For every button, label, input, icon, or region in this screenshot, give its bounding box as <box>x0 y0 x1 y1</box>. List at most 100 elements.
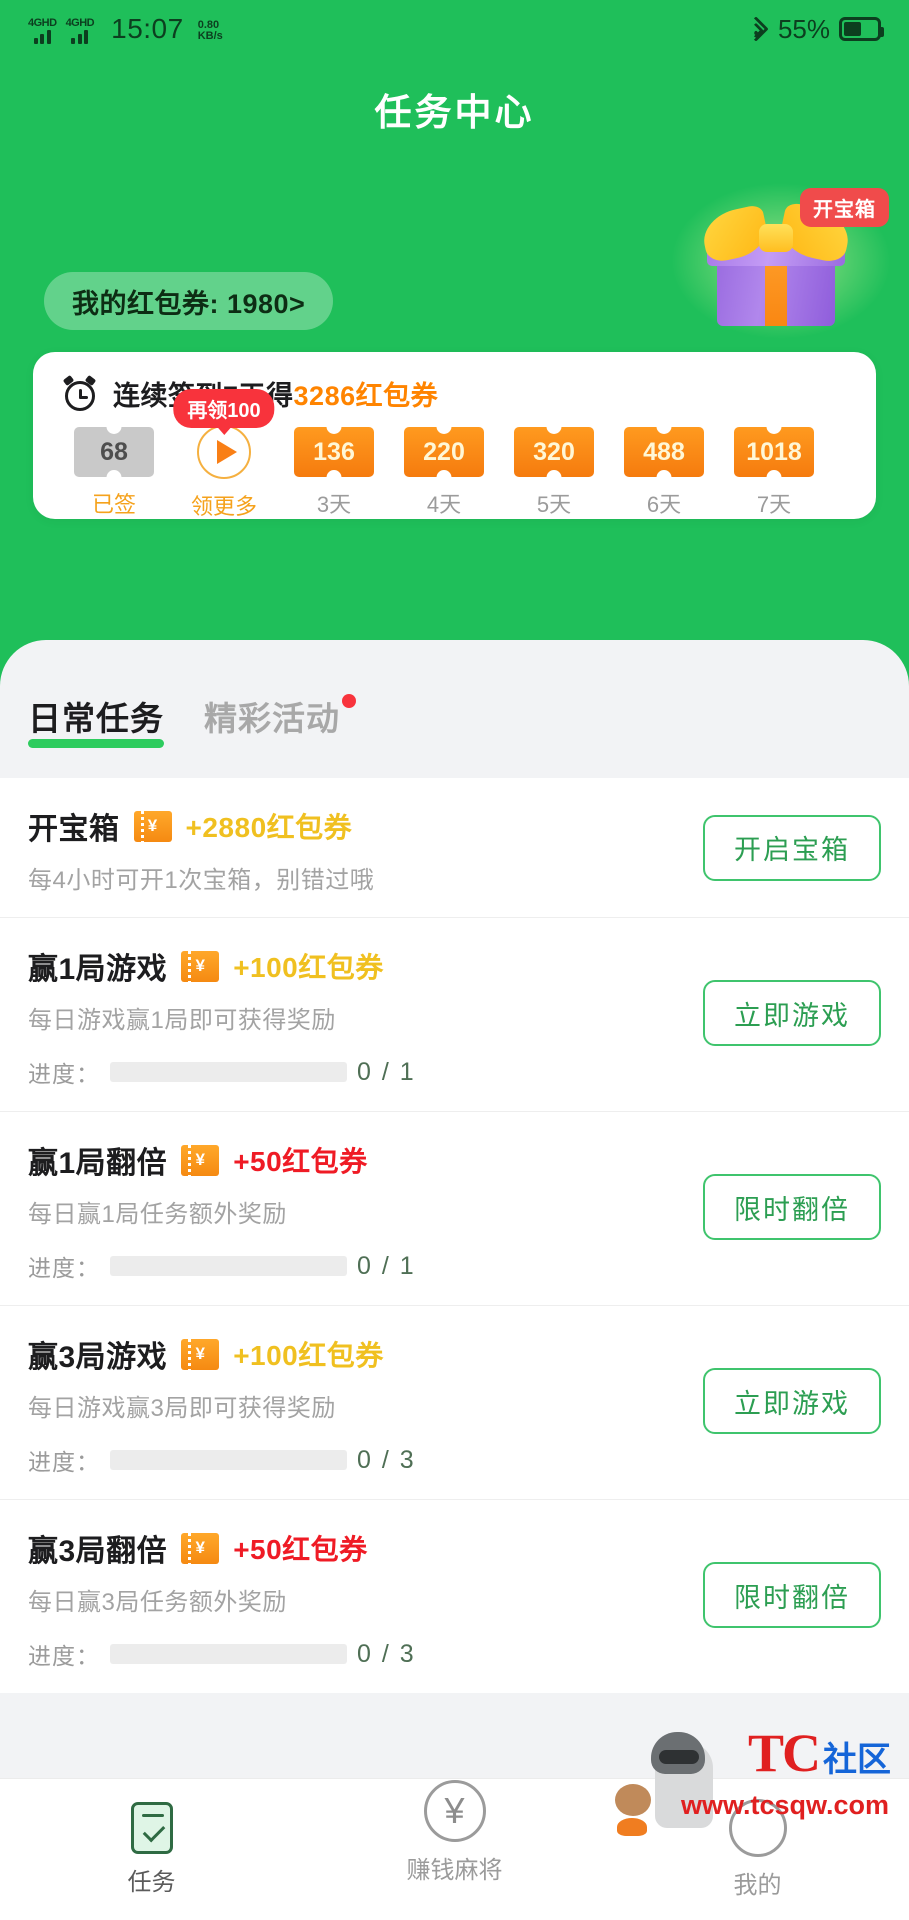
task-name: 赢1局翻倍 <box>28 1147 168 1180</box>
task-progress-bar <box>110 1256 347 1276</box>
task-progress: 进度： 0 / 3 <box>28 1637 881 1671</box>
task-row: 赢3局游戏 ¥ +100红包券 每日游戏赢3局即可获得奖励 进度： 0 / 3 立即游戏 <box>0 1306 909 1500</box>
task-progress: 进度： 0 / 1 <box>28 1249 881 1283</box>
signin-day-label: 7天 <box>756 492 792 517</box>
open-treasure-badge[interactable]: 开宝箱 <box>800 188 889 227</box>
signin-day-3[interactable]: 136 3天 <box>279 427 389 519</box>
watermark-brand-suffix: 社区 <box>823 1741 891 1779</box>
tab-active-underline <box>28 739 164 748</box>
signal-1-bars-icon <box>33 29 51 44</box>
task-action-button[interactable]: 限时翻倍 <box>703 1174 881 1240</box>
status-bar-clock: 15:07 <box>111 13 184 44</box>
signin-card: 连续签到7天得3286红包券 68 已签 再领100 领更多 136 3天 220 4天 320… <box>33 352 876 519</box>
task-action-button[interactable]: 立即游戏 <box>703 1368 881 1434</box>
bottom-navigation: 任务 ¥ 赚钱麻将 我的 <box>0 1711 909 1920</box>
task-progress-text: 0 / 3 <box>357 1639 416 1668</box>
signin-day-1[interactable]: 68 已签 <box>59 427 169 519</box>
signal-2: 4GHD <box>66 18 95 44</box>
task-reward: +100红包券 <box>233 952 384 983</box>
tab-label: 日常任务 <box>28 700 164 737</box>
task-progress-label: 进度： <box>28 1061 100 1087</box>
signin-header: 连续签到7天得3286红包券 <box>33 352 876 413</box>
task-tabs: 日常任务 精彩活动 <box>0 692 909 748</box>
signin-day-label: 3天 <box>316 492 352 517</box>
wifi-icon <box>743 16 769 42</box>
signal-1-label: 4GHD <box>28 17 57 29</box>
task-name: 赢3局游戏 <box>28 1341 168 1374</box>
task-progress-label: 进度： <box>28 1449 100 1475</box>
task-progress-bar <box>110 1644 347 1664</box>
battery-icon <box>839 17 884 41</box>
status-bar-right: 55% <box>743 14 884 45</box>
coupon-ticket-icon: ¥ <box>133 810 172 842</box>
profile-circle-icon <box>728 1799 787 1857</box>
signin-more-badge: 再领100 <box>173 389 275 428</box>
task-action-button[interactable]: 立即游戏 <box>703 980 881 1046</box>
yuan-circle-icon: ¥ <box>423 1780 486 1842</box>
signin-day-6[interactable]: 488 6天 <box>609 427 719 519</box>
task-row: 赢1局翻倍 ¥ +50红包券 每日赢1局任务额外奖励 进度： 0 / 1 限时翻倍 <box>0 1112 909 1306</box>
nav-item-mahjong[interactable]: ¥ 赚钱麻将 <box>303 1711 606 1920</box>
coupon-ticket-icon: ¥ <box>181 1144 220 1176</box>
tab-featured-activities[interactable]: 精彩活动 <box>204 692 356 748</box>
network-speed-unit: KB/s <box>197 30 223 42</box>
task-reward: +100红包券 <box>233 1340 384 1371</box>
app-screen: 4GHD 4GHD 15:07 0.80 KB/s 55% 任务中心 我的红包券… <box>0 0 909 1920</box>
signin-day-tile: 136 <box>294 427 374 477</box>
signin-day-label: 5天 <box>536 492 572 517</box>
page-title: 任务中心 <box>374 92 535 133</box>
signin-days-row: 68 已签 再领100 领更多 136 3天 220 4天 320 5天 488 6天 1018 7天 <box>33 389 876 521</box>
nav-item-label: 赚钱麻将 <box>406 1857 503 1884</box>
signin-day-2[interactable]: 再领100 领更多 <box>169 389 279 521</box>
task-reward: +50红包券 <box>233 1534 368 1565</box>
signin-day-5[interactable]: 320 5天 <box>499 427 609 519</box>
task-row: 赢3局翻倍 ¥ +50红包券 每日赢3局任务额外奖励 进度： 0 / 3 限时翻倍 <box>0 1500 909 1693</box>
gift-box-entry[interactable]: 开宝箱 <box>667 180 895 342</box>
tab-label: 精彩活动 <box>204 700 340 737</box>
task-progress-label: 进度： <box>28 1255 100 1281</box>
signin-day-label: 6天 <box>646 492 682 517</box>
task-reward: +2880红包券 <box>185 812 353 843</box>
watermark-brand: TC 社区 <box>748 1722 891 1784</box>
signal-2-bars-icon <box>71 29 89 44</box>
task-checklist-icon <box>130 1802 173 1854</box>
signin-day-tile: 320 <box>514 427 594 477</box>
signin-day-label: 领更多 <box>190 494 257 519</box>
signal-2-label: 4GHD <box>65 17 95 29</box>
nav-item-tasks[interactable]: 任务 <box>0 1779 303 1920</box>
signin-day-4[interactable]: 220 4天 <box>389 427 499 519</box>
nav-item-label: 任务 <box>127 1869 176 1896</box>
tab-notification-dot <box>342 694 356 708</box>
task-progress: 进度： 0 / 1 <box>28 1055 881 1089</box>
alarm-clock-icon <box>61 374 99 413</box>
task-action-button[interactable]: 限时翻倍 <box>703 1562 881 1628</box>
task-progress-text: 0 / 3 <box>357 1445 416 1474</box>
watermark-brand-text: TC <box>747 1723 821 1783</box>
tab-daily-tasks[interactable]: 日常任务 <box>28 692 164 748</box>
task-action-button[interactable]: 开启宝箱 <box>703 814 881 881</box>
signin-day-label: 4天 <box>426 492 462 517</box>
signin-title-amount: 3286红包券 <box>293 381 439 411</box>
task-row: 赢1局游戏 ¥ +100红包券 每日游戏赢1局即可获得奖励 进度： 0 / 1 立即游戏 <box>0 918 909 1112</box>
task-progress-text: 0 / 1 <box>357 1057 416 1086</box>
coupon-ticket-icon: ¥ <box>181 1532 220 1564</box>
task-reward: +50红包券 <box>233 1146 368 1177</box>
coupon-ticket-icon: ¥ <box>181 1338 220 1370</box>
task-name: 开宝箱 <box>28 813 120 846</box>
task-progress: 进度： 0 / 3 <box>28 1443 881 1477</box>
signin-day-tile: 220 <box>404 427 484 477</box>
status-bar: 4GHD 4GHD 15:07 0.80 KB/s 55% <box>0 0 909 58</box>
task-progress-bar <box>110 1062 347 1082</box>
signin-day-7[interactable]: 1018 7天 <box>719 427 829 519</box>
status-bar-left: 4GHD 4GHD 15:07 0.80 KB/s <box>28 14 223 44</box>
task-name: 赢3局翻倍 <box>28 1535 168 1568</box>
nav-item-profile[interactable]: 我的 <box>606 1779 909 1920</box>
task-row: 开宝箱 ¥ +2880红包券 每4小时可开1次宝箱，别错过哦 开启宝箱 <box>0 778 909 918</box>
network-speed: 0.80 KB/s <box>198 20 223 42</box>
nav-center-arc <box>378 1711 531 1787</box>
task-list: 开宝箱 ¥ +2880红包券 每4小时可开1次宝箱，别错过哦 开启宝箱 赢1局游戏 ¥ +10… <box>0 778 909 1693</box>
gift-bow-knot-icon <box>759 224 793 252</box>
task-progress-bar <box>110 1450 347 1470</box>
my-coupon-balance-button[interactable]: 我的红包券: 1980> <box>44 272 334 330</box>
signal-1: 4GHD <box>28 18 57 44</box>
